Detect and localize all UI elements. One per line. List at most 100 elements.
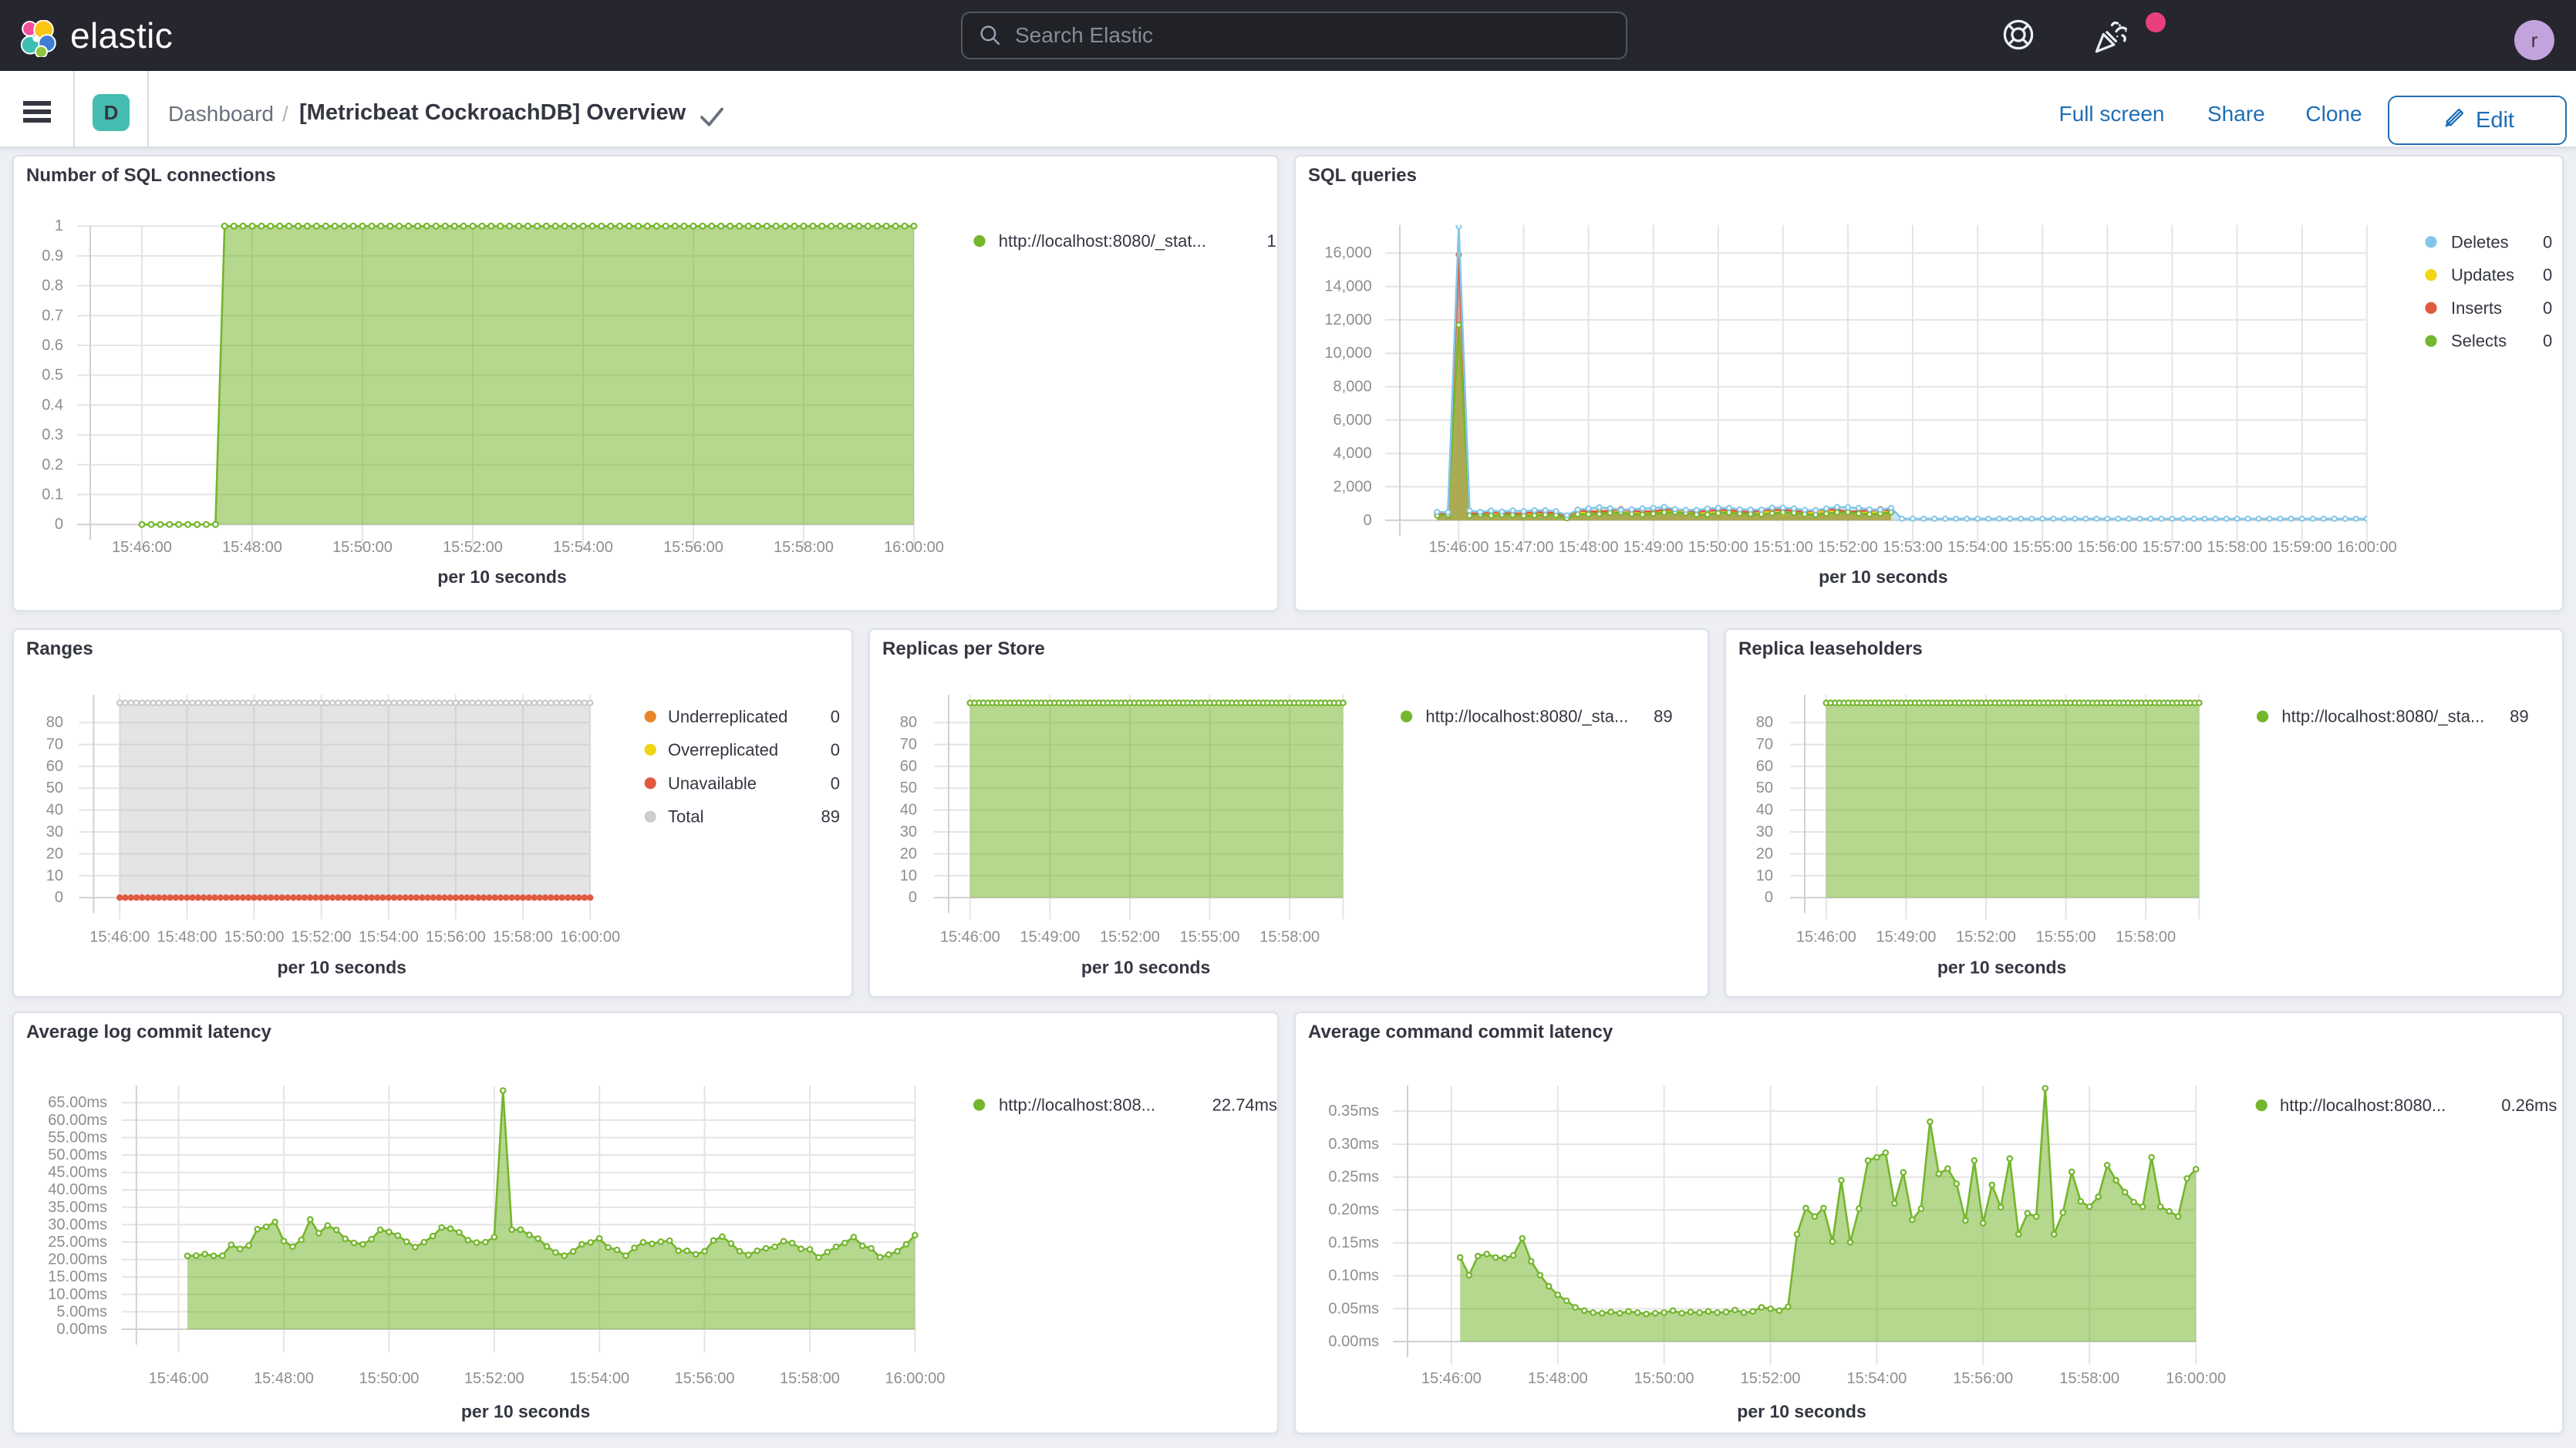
svg-text:15:58:00: 15:58:00 <box>493 928 553 945</box>
svg-text:0: 0 <box>55 889 63 906</box>
svg-text:0: 0 <box>831 739 840 759</box>
svg-text:15:58:00: 15:58:00 <box>774 539 834 556</box>
svg-text:http://localhost:8080/_sta...: http://localhost:8080/_sta... <box>2281 706 2484 726</box>
svg-text:50: 50 <box>46 780 63 796</box>
svg-text:10,000: 10,000 <box>1324 345 1371 362</box>
svg-text:per 10 seconds: per 10 seconds <box>461 1401 590 1421</box>
svg-text:15:58:00: 15:58:00 <box>780 1370 840 1387</box>
svg-text:0: 0 <box>831 773 840 793</box>
svg-text:20.00ms: 20.00ms <box>48 1251 107 1268</box>
svg-text:40: 40 <box>900 801 917 818</box>
svg-text:http://localhost:8080/_stat...: http://localhost:8080/_stat... <box>999 231 1206 251</box>
svg-text:15:56:00: 15:56:00 <box>2077 539 2137 556</box>
svg-text:0.05ms: 0.05ms <box>1328 1300 1379 1317</box>
svg-text:15:52:00: 15:52:00 <box>1100 928 1160 945</box>
svg-text:15:50:00: 15:50:00 <box>359 1370 419 1387</box>
svg-text:http://localhost:8080...: http://localhost:8080... <box>2280 1096 2446 1115</box>
svg-text:Deletes: Deletes <box>2451 232 2509 251</box>
svg-text:5.00ms: 5.00ms <box>56 1303 107 1320</box>
svg-text:6,000: 6,000 <box>1334 412 1372 429</box>
svg-text:15:46:00: 15:46:00 <box>149 1370 209 1387</box>
svg-text:20: 20 <box>1756 845 1773 862</box>
svg-text:0.00ms: 0.00ms <box>56 1321 107 1338</box>
svg-text:15:46:00: 15:46:00 <box>1421 1370 1482 1387</box>
svg-text:Updates: Updates <box>2451 265 2514 285</box>
svg-text:0: 0 <box>1363 512 1371 529</box>
svg-text:15:58:00: 15:58:00 <box>2116 928 2176 945</box>
svg-text:15:49:00: 15:49:00 <box>1623 539 1684 556</box>
svg-text:http://localhost:808...: http://localhost:808... <box>999 1096 1155 1115</box>
svg-text:per 10 seconds: per 10 seconds <box>1081 957 1210 977</box>
svg-text:0.15ms: 0.15ms <box>1328 1234 1379 1251</box>
svg-text:16:00:00: 16:00:00 <box>2166 1370 2226 1387</box>
svg-text:per 10 seconds: per 10 seconds <box>277 957 406 977</box>
svg-text:1: 1 <box>55 217 63 234</box>
svg-text:15:48:00: 15:48:00 <box>1528 1370 1588 1387</box>
svg-text:15:56:00: 15:56:00 <box>675 1370 735 1387</box>
svg-text:15:48:00: 15:48:00 <box>1559 539 1619 556</box>
svg-text:15:46:00: 15:46:00 <box>1428 539 1489 556</box>
svg-text:15:50:00: 15:50:00 <box>1688 539 1748 556</box>
svg-text:60: 60 <box>46 758 63 775</box>
svg-text:2,000: 2,000 <box>1334 478 1372 495</box>
svg-text:0: 0 <box>831 706 840 726</box>
svg-text:15:58:00: 15:58:00 <box>2059 1370 2119 1387</box>
svg-text:20: 20 <box>900 845 917 862</box>
svg-text:15:48:00: 15:48:00 <box>157 928 217 945</box>
svg-text:40: 40 <box>1756 801 1773 818</box>
svg-text:10.00ms: 10.00ms <box>48 1286 107 1303</box>
svg-text:0.30ms: 0.30ms <box>1328 1136 1379 1153</box>
svg-text:14,000: 14,000 <box>1324 278 1371 295</box>
svg-text:0: 0 <box>2543 331 2552 350</box>
svg-text:per 10 seconds: per 10 seconds <box>437 567 566 587</box>
svg-text:55.00ms: 55.00ms <box>48 1129 107 1146</box>
svg-text:10: 10 <box>900 867 917 884</box>
svg-text:0.6: 0.6 <box>42 337 63 354</box>
svg-text:10: 10 <box>46 867 63 884</box>
svg-text:10: 10 <box>1756 867 1773 884</box>
svg-text:Overreplicated: Overreplicated <box>668 739 778 759</box>
svg-text:15:52:00: 15:52:00 <box>292 928 352 945</box>
svg-text:Unavailable: Unavailable <box>668 773 757 793</box>
svg-text:15:59:00: 15:59:00 <box>2272 539 2332 556</box>
svg-text:15:46:00: 15:46:00 <box>1796 928 1856 945</box>
svg-text:Inserts: Inserts <box>2451 298 2502 318</box>
svg-text:http://localhost:8080/_sta...: http://localhost:8080/_sta... <box>1425 706 1628 726</box>
svg-text:15:49:00: 15:49:00 <box>1876 928 1936 945</box>
svg-text:60: 60 <box>1756 758 1773 775</box>
svg-text:70: 70 <box>1756 736 1773 753</box>
svg-text:15:50:00: 15:50:00 <box>332 539 393 556</box>
svg-text:15:55:00: 15:55:00 <box>2036 928 2096 945</box>
svg-text:50.00ms: 50.00ms <box>48 1147 107 1163</box>
svg-text:15:48:00: 15:48:00 <box>254 1370 314 1387</box>
svg-text:0.26ms: 0.26ms <box>2501 1096 2557 1115</box>
svg-text:25.00ms: 25.00ms <box>48 1234 107 1251</box>
svg-text:15.00ms: 15.00ms <box>48 1268 107 1285</box>
svg-text:15:54:00: 15:54:00 <box>1947 539 2008 556</box>
svg-text:Selects: Selects <box>2451 331 2507 350</box>
svg-text:0.2: 0.2 <box>42 456 63 473</box>
svg-text:15:56:00: 15:56:00 <box>1953 1370 2013 1387</box>
svg-text:0: 0 <box>909 889 917 906</box>
svg-text:89: 89 <box>821 807 840 826</box>
svg-text:20: 20 <box>46 845 63 862</box>
svg-text:0.35ms: 0.35ms <box>1328 1103 1379 1120</box>
svg-text:30.00ms: 30.00ms <box>48 1216 107 1233</box>
svg-text:15:56:00: 15:56:00 <box>426 928 486 945</box>
svg-text:15:52:00: 15:52:00 <box>1956 928 2016 945</box>
svg-text:15:49:00: 15:49:00 <box>1020 928 1080 945</box>
svg-text:15:51:00: 15:51:00 <box>1753 539 1813 556</box>
svg-text:70: 70 <box>46 736 63 753</box>
svg-text:per 10 seconds: per 10 seconds <box>1737 1401 1866 1421</box>
svg-text:0: 0 <box>2543 298 2552 318</box>
svg-text:0.25ms: 0.25ms <box>1328 1169 1379 1186</box>
svg-text:0.1: 0.1 <box>42 486 63 503</box>
svg-text:60: 60 <box>900 758 917 775</box>
svg-text:15:55:00: 15:55:00 <box>2012 539 2072 556</box>
svg-text:35.00ms: 35.00ms <box>48 1199 107 1216</box>
svg-text:0.00ms: 0.00ms <box>1328 1333 1379 1350</box>
svg-text:89: 89 <box>1654 706 1672 726</box>
svg-text:30: 30 <box>46 823 63 840</box>
svg-text:15:52:00: 15:52:00 <box>1741 1370 1801 1387</box>
svg-text:15:52:00: 15:52:00 <box>464 1370 524 1387</box>
